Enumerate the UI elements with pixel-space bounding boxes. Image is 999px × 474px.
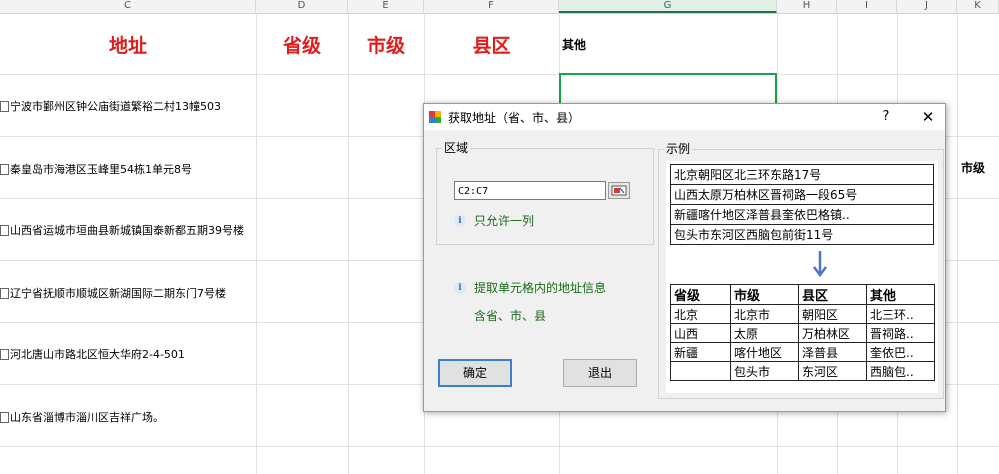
example-address: 北京朝阳区北三环东路17号 <box>670 164 934 185</box>
table-row: 山西 太原 万柏林区 晋祠路.. <box>670 323 935 343</box>
address-cell[interactable]: 山东省淄博市淄川区吉祥广场。 <box>0 407 164 427</box>
example-cell: 山西 <box>670 323 731 343</box>
extract-note-line2: 含省、市、县 <box>474 309 547 323</box>
header-other[interactable]: 其他 <box>562 14 586 74</box>
dialog-title: 获取地址（省、市、县） <box>448 111 581 125</box>
only-one-column-note: i 只允许一列 <box>454 212 534 229</box>
header-address[interactable]: 地址 <box>0 14 256 74</box>
example-address: 新疆喀什地区泽普县奎依巴格镇.. <box>670 204 934 225</box>
example-cell: 朝阳区 <box>798 304 867 324</box>
document-icon <box>0 287 9 299</box>
example-cell: 新疆 <box>670 342 731 362</box>
get-address-dialog: 获取地址（省、市、县） ? ✕ 区域 C2:C7 i 只允许一列 i 提取单元格… <box>423 103 946 412</box>
address-cell[interactable]: 宁波市鄞州区钟公庙街道繁裕二村13幢503 <box>0 96 221 116</box>
address-cell[interactable]: 秦皇岛市海港区玉峰里54栋1单元8号 <box>0 159 192 179</box>
range-select-icon <box>611 185 627 196</box>
column-header-k[interactable]: K <box>957 0 999 13</box>
example-address: 山西太原万柏林区晋祠路一段65号 <box>670 184 934 205</box>
column-header-bar: C D E F G H I J K <box>0 0 999 14</box>
example-cell: 泽普县 <box>798 342 867 362</box>
partial-header-city[interactable]: 市级 <box>961 159 985 176</box>
example-cell: 北京市 <box>730 304 799 324</box>
address-cell[interactable]: 河北唐山市路北区恒大华府2-4-501 <box>0 344 185 364</box>
range-input[interactable]: C2:C7 <box>454 181 606 200</box>
example-cell: 北三环.. <box>866 304 935 324</box>
example-cell: 喀什地区 <box>730 342 799 362</box>
range-select-button[interactable] <box>608 182 630 199</box>
address-cell[interactable]: 山西省运城市垣曲县新城镇国泰新都五期39号楼 <box>0 220 244 240</box>
address-text: 辽宁省抚顺市顺城区新湖国际二期东门7号楼 <box>10 287 226 300</box>
grid-line <box>256 13 257 474</box>
only-one-column-text: 只允许一列 <box>474 214 535 228</box>
header-province[interactable]: 省级 <box>256 14 348 74</box>
table-row: 包头市 东河区 西脑包.. <box>670 361 935 381</box>
document-icon <box>0 100 9 112</box>
example-address: 包头市东河区西脑包前街11号 <box>670 224 934 245</box>
extract-note-line1: 提取单元格内的地址信息 <box>474 281 607 295</box>
help-button[interactable]: ? <box>874 106 898 128</box>
example-cell: 晋祠路.. <box>866 323 935 343</box>
arrow-down-icon <box>813 251 827 278</box>
example-cell <box>670 361 731 381</box>
header-city[interactable]: 市级 <box>348 14 424 74</box>
grid-line <box>957 13 958 474</box>
example-cell: 西脑包.. <box>866 361 935 381</box>
column-header-f[interactable]: F <box>424 0 559 13</box>
grid-line <box>0 446 999 447</box>
example-panel: 北京朝阳区北三环东路17号 山西太原万柏林区晋祠路一段65号 新疆喀什地区泽普县… <box>666 161 938 393</box>
info-icon: i <box>454 281 466 294</box>
example-cell: 东河区 <box>798 361 867 381</box>
document-icon <box>0 163 9 175</box>
app-icon <box>429 111 441 123</box>
table-row: 北京 北京市 朝阳区 北三环.. <box>670 304 935 324</box>
exit-button[interactable]: 退出 <box>563 359 637 387</box>
example-header-county: 县区 <box>798 284 867 305</box>
table-row: 新疆 喀什地区 泽普县 奎依巴.. <box>670 342 935 362</box>
grid-line <box>0 74 999 75</box>
grid-line <box>348 13 349 474</box>
column-header-e[interactable]: E <box>348 0 424 13</box>
ok-button[interactable]: 确定 <box>438 359 512 387</box>
example-cell: 太原 <box>730 323 799 343</box>
example-address-list: 北京朝阳区北三环东路17号 山西太原万柏林区晋祠路一段65号 新疆喀什地区泽普县… <box>670 164 934 245</box>
address-text: 宁波市鄞州区钟公庙街道繁裕二村13幢503 <box>10 100 221 113</box>
example-result-table: 省级 市级 县区 其他 北京 北京市 朝阳区 北三环.. 山西 太原 万柏林区 … <box>670 284 935 381</box>
address-text: 秦皇岛市海港区玉峰里54栋1单元8号 <box>10 163 192 176</box>
region-group-label: 区域 <box>442 139 471 156</box>
example-cell: 北京 <box>670 304 731 324</box>
column-header-d[interactable]: D <box>256 0 348 13</box>
dialog-titlebar[interactable]: 获取地址（省、市、县） ? ✕ <box>424 104 945 130</box>
extract-note: i 提取单元格内的地址信息 <box>454 279 606 296</box>
example-cell: 包头市 <box>730 361 799 381</box>
document-icon <box>0 348 9 360</box>
address-text: 山东省淄博市淄川区吉祥广场。 <box>10 411 164 424</box>
address-cell[interactable]: 辽宁省抚顺市顺城区新湖国际二期东门7号楼 <box>0 283 226 303</box>
header-county[interactable]: 县区 <box>424 14 559 74</box>
example-group-label: 示例 <box>664 140 693 157</box>
example-header-province: 省级 <box>670 284 731 305</box>
example-header-other: 其他 <box>866 284 935 305</box>
column-header-i[interactable]: I <box>837 0 897 13</box>
example-cell: 万柏林区 <box>798 323 867 343</box>
close-button[interactable]: ✕ <box>914 106 942 128</box>
column-header-j[interactable]: J <box>897 0 957 13</box>
column-header-g[interactable]: G <box>559 0 777 13</box>
address-text: 山西省运城市垣曲县新城镇国泰新都五期39号楼 <box>10 224 244 237</box>
column-header-c[interactable]: C <box>0 0 256 13</box>
document-icon <box>0 224 9 236</box>
example-cell: 奎依巴.. <box>866 342 935 362</box>
extract-note-2: 含省、市、县 <box>474 307 546 324</box>
address-text: 河北唐山市路北区恒大华府2-4-501 <box>10 348 185 361</box>
column-header-h[interactable]: H <box>777 0 837 13</box>
info-icon: i <box>454 214 466 227</box>
document-icon <box>0 411 9 423</box>
example-header-city: 市级 <box>730 284 799 305</box>
